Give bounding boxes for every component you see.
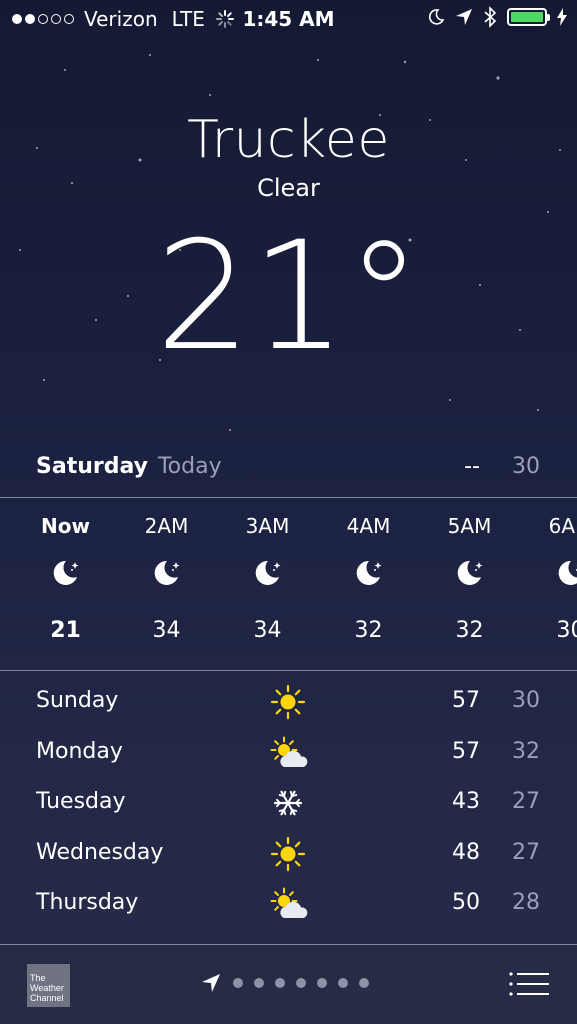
status-bar: Verizon LTE 1:45 AM	[0, 0, 577, 38]
location-arrow-icon	[202, 974, 220, 992]
hourly-time: 5AM	[447, 514, 492, 538]
page-dot[interactable]	[359, 978, 369, 988]
hourly-time: 6AM	[548, 514, 577, 538]
weather-condition: Clear	[257, 174, 320, 202]
hourly-forecast[interactable]: Now 21 2AM 34 3AM 34 4AM 32 5AM 32 6AM 30	[0, 498, 577, 670]
battery-icon	[507, 8, 550, 26]
daily-low: 32	[512, 738, 540, 764]
status-right	[427, 6, 567, 28]
partly-cloudy-icon	[270, 886, 308, 922]
daily-day: Sunday	[36, 688, 119, 713]
moon-icon	[428, 9, 445, 25]
daily-high: 57	[452, 738, 480, 764]
daily-row: Sunday 57 30	[36, 684, 540, 737]
hourly-temp: 32	[455, 618, 484, 643]
weather-channel-logo[interactable]: The Weather Channel	[27, 964, 70, 1007]
hourly-temp: 34	[253, 618, 282, 643]
daily-row: Wednesday 48 27	[36, 836, 540, 889]
page-dot[interactable]	[317, 978, 327, 988]
daily-low: 28	[512, 890, 540, 915]
hourly-temp: 32	[354, 618, 383, 643]
divider	[0, 670, 577, 671]
page-dot[interactable]	[233, 978, 243, 988]
hourly-temp: 34	[152, 618, 181, 643]
daily-day: Tuesday	[36, 789, 126, 814]
daily-low: 30	[512, 688, 540, 713]
page-dot[interactable]	[338, 978, 348, 988]
moon-stars-icon	[318, 556, 419, 596]
today-row: Saturday Today -- 30	[36, 454, 540, 484]
charging-bolt-icon	[557, 8, 567, 26]
partly-cloudy-icon	[270, 735, 308, 771]
daily-high: 48	[452, 839, 480, 865]
daily-day: Wednesday	[36, 839, 164, 865]
hourly-item: 2AM 34	[116, 514, 217, 643]
hourly-item: 5AM 32	[419, 514, 520, 643]
footer-toolbar: The Weather Channel	[0, 945, 577, 1024]
hourly-time: 3AM	[245, 514, 290, 538]
sun-icon	[270, 836, 306, 872]
hourly-item: 4AM 32	[318, 514, 419, 643]
hourly-time: Now	[41, 514, 90, 538]
logo-line: Channel	[30, 993, 64, 1003]
daily-row: Tuesday 43 27	[36, 787, 540, 838]
daily-high: 43	[452, 789, 480, 814]
moon-stars-icon	[419, 556, 520, 596]
daily-high: 57	[452, 688, 480, 713]
moon-stars-icon	[520, 556, 577, 596]
moon-stars-icon	[116, 556, 217, 596]
location-arrow-icon	[456, 9, 472, 25]
logo-line: The	[30, 973, 46, 983]
today-day: Saturday	[36, 454, 148, 479]
daily-row: Monday 57 32	[36, 735, 540, 788]
snowflake-icon	[270, 785, 306, 821]
page-dot[interactable]	[254, 978, 264, 988]
hourly-item: 6AM 30	[520, 514, 577, 643]
sun-icon	[270, 684, 306, 720]
daily-high: 50	[452, 890, 480, 915]
daily-low: 27	[512, 839, 540, 865]
city-name: Truckee	[187, 110, 390, 170]
page-dot[interactable]	[296, 978, 306, 988]
moon-stars-icon	[217, 556, 318, 596]
page-indicator[interactable]	[200, 972, 369, 994]
daily-day: Monday	[36, 738, 123, 764]
hourly-time: 4AM	[346, 514, 391, 538]
logo-line: Weather	[30, 983, 64, 993]
hourly-item: Now 21	[15, 514, 116, 643]
bluetooth-icon	[484, 6, 497, 28]
daily-day: Thursday	[36, 890, 139, 915]
hourly-time: 2AM	[144, 514, 189, 538]
current-temperature: 21°	[155, 210, 422, 384]
daily-low: 27	[512, 789, 540, 814]
daily-row: Thursday 50 28	[36, 886, 540, 939]
daily-forecast[interactable]: Sunday 57 30 Monday 57 32 Tuesday 43 27 Wednesday…	[36, 684, 540, 939]
battery-fill	[511, 12, 543, 22]
moon-stars-icon	[15, 556, 116, 596]
page-dot[interactable]	[275, 978, 285, 988]
hourly-temp: 30	[556, 618, 577, 643]
hourly-item: 3AM 34	[217, 514, 318, 643]
today-low: 30	[512, 454, 540, 479]
hourly-temp: 21	[50, 618, 81, 643]
list-icon[interactable]	[509, 971, 549, 997]
today-label: Today	[157, 454, 222, 479]
today-high: --	[464, 454, 480, 479]
